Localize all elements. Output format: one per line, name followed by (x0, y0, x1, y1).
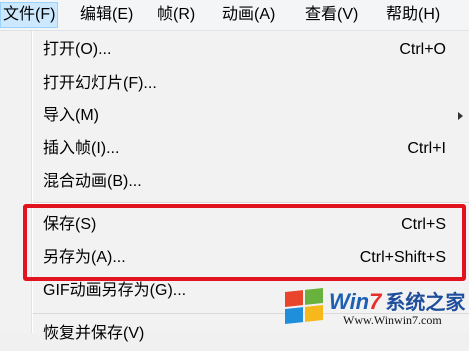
menu-item-label: 导入(M) (43, 107, 99, 124)
menu-item-label: 混合动画(B)... (43, 173, 142, 190)
menu-item-open[interactable]: 打开(O)... Ctrl+O (0, 33, 469, 67)
brand-chinese: 系统之家 (385, 292, 466, 314)
watermark-brand: Win7 系统之家 (329, 286, 465, 315)
menu-item-label: 恢复并保存(V) (43, 325, 145, 342)
menu-help[interactable]: 帮助(H) (384, 3, 442, 27)
menu-animation[interactable]: 动画(A) (220, 3, 277, 27)
menu-bar: 文件(F) 编辑(E) 帧(R) 动画(A) 查看(V) 帮助(H) (0, 0, 469, 31)
menu-item-blend-animation[interactable]: 混合动画(B)... (0, 165, 469, 199)
menu-item-open-slideshow[interactable]: 打开幻灯片(F)... (0, 67, 469, 101)
menu-frame[interactable]: 帧(R) (155, 3, 197, 27)
brand-prefix: Win (329, 289, 370, 314)
menu-item-label: 插入帧(I)... (43, 140, 120, 157)
annotation-highlight-box (23, 204, 466, 281)
menu-view[interactable]: 查看(V) (303, 3, 360, 27)
submenu-arrow-icon (458, 112, 463, 120)
menu-item-label: 打开幻灯片(F)... (43, 75, 157, 92)
menu-edit[interactable]: 编辑(E) (78, 3, 135, 27)
watermark-url: Www.Winwin7.com (343, 313, 442, 327)
menu-item-shortcut: Ctrl+I (407, 140, 446, 157)
menu-item-label: 打开(O)... (43, 41, 112, 58)
menu-item-shortcut: Ctrl+O (399, 41, 446, 58)
menu-item-insert-frame[interactable]: 插入帧(I)... Ctrl+I (0, 132, 469, 166)
brand-seven: 7 (369, 289, 382, 314)
menu-file[interactable]: 文件(F) (0, 2, 59, 28)
menu-item-import[interactable]: 导入(M) (0, 99, 469, 133)
